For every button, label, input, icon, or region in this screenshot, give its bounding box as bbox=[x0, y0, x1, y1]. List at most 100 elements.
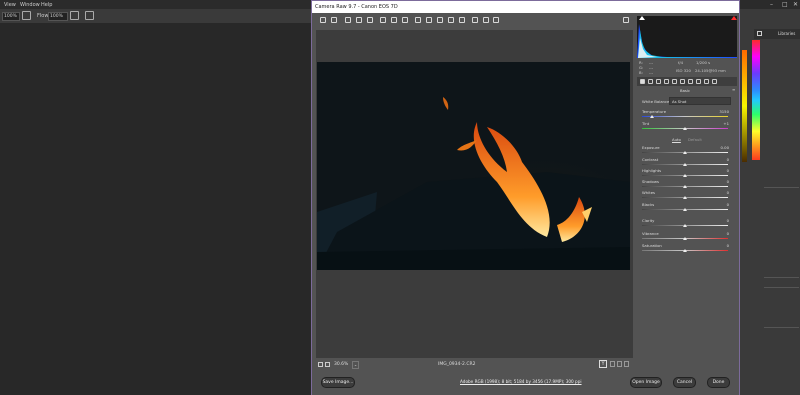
flow-value: 100% bbox=[50, 14, 63, 19]
whites-value[interactable]: 0 bbox=[717, 190, 729, 195]
graduated-filter-icon[interactable] bbox=[448, 17, 454, 23]
cancel-button[interactable]: Cancel bbox=[673, 377, 696, 388]
white-balance-value: As Shot bbox=[672, 99, 687, 104]
swap-icon[interactable] bbox=[610, 361, 615, 367]
default-link[interactable]: Default bbox=[688, 137, 702, 142]
white-balance-select[interactable]: As Shot bbox=[669, 97, 731, 105]
clarity-value[interactable]: 0 bbox=[717, 218, 729, 223]
vibrance-value[interactable]: 0 bbox=[717, 231, 729, 236]
zoom-dropdown-icon[interactable]: ⌄ bbox=[352, 361, 359, 369]
saturation-thumb[interactable] bbox=[683, 249, 687, 252]
panel-title: Basic bbox=[680, 88, 691, 93]
radial-filter-icon[interactable] bbox=[459, 17, 465, 23]
spot-removal-icon[interactable] bbox=[415, 17, 421, 23]
tab-split-toning-icon[interactable] bbox=[672, 79, 677, 84]
cr-toolbar bbox=[312, 13, 632, 29]
rotate-ccw-icon[interactable] bbox=[483, 17, 489, 23]
tab-presets-icon[interactable] bbox=[704, 79, 709, 84]
adjustment-panel: R: --- G: --- B: --- f/4 1/200 s ISO 320… bbox=[634, 13, 739, 371]
zoom-select[interactable]: 100% bbox=[2, 12, 20, 21]
contrast-thumb[interactable] bbox=[683, 163, 687, 166]
white-balance-tool-icon[interactable] bbox=[345, 17, 351, 23]
tab-snapshots-icon[interactable] bbox=[712, 79, 717, 84]
contrast-value[interactable]: 0 bbox=[717, 157, 729, 162]
transform-tool-icon[interactable] bbox=[402, 17, 408, 23]
done-button[interactable]: Done bbox=[707, 377, 730, 388]
workflow-options-link[interactable]: Adobe RGB (1998); 8 bit; 5184 by 3456 (1… bbox=[460, 379, 582, 384]
tab-hsl-icon[interactable] bbox=[664, 79, 669, 84]
save-image-button[interactable]: Save Image... bbox=[321, 377, 355, 388]
rotate-cw-icon[interactable] bbox=[493, 17, 499, 23]
dialog-bottombar: Save Image... Adobe RGB (1998); 8 bit; 5… bbox=[312, 371, 739, 395]
exposure-value[interactable]: 0.00 bbox=[717, 145, 729, 150]
saturation-value[interactable]: 0 bbox=[717, 243, 729, 248]
zoom-level[interactable]: 30.6% bbox=[334, 362, 348, 367]
shadows-label: Shadows bbox=[642, 179, 659, 184]
copy-icon[interactable] bbox=[617, 361, 622, 367]
airbrush-icon[interactable] bbox=[70, 11, 79, 20]
red-eye-icon[interactable] bbox=[426, 17, 432, 23]
brush-icon[interactable] bbox=[22, 11, 31, 20]
straighten-tool-icon[interactable] bbox=[391, 17, 397, 23]
shadows-value[interactable]: 0 bbox=[717, 179, 729, 184]
close-icon[interactable]: ✕ bbox=[793, 1, 798, 8]
tab-camera-calibration-icon[interactable] bbox=[696, 79, 701, 84]
tint-label: Tint bbox=[642, 121, 650, 126]
white-balance-label: White Balance: bbox=[642, 99, 671, 104]
menu-view[interactable]: View bbox=[4, 2, 16, 8]
zoom-tool-icon[interactable] bbox=[320, 17, 326, 23]
color-ramp[interactable] bbox=[742, 50, 747, 162]
pressure-icon[interactable] bbox=[85, 11, 94, 20]
preferences-icon[interactable] bbox=[472, 17, 478, 23]
adjustment-brush-icon[interactable] bbox=[437, 17, 443, 23]
zoom-out-icon[interactable] bbox=[318, 362, 323, 367]
tint-value[interactable]: +1 bbox=[717, 121, 729, 126]
menu-help[interactable]: Help bbox=[41, 2, 52, 8]
minimize-icon[interactable]: – bbox=[770, 1, 773, 8]
clarity-thumb[interactable] bbox=[683, 224, 687, 227]
preview-toggle-icon[interactable]: Y bbox=[599, 360, 607, 368]
crop-tool-icon[interactable] bbox=[380, 17, 386, 23]
exposure-thumb[interactable] bbox=[683, 151, 687, 154]
shadows-thumb[interactable] bbox=[683, 185, 687, 188]
tab-detail-icon[interactable] bbox=[656, 79, 661, 84]
highlights-value[interactable]: 0 bbox=[717, 168, 729, 173]
color-spectrum[interactable] bbox=[752, 40, 760, 160]
color-sampler-icon[interactable] bbox=[356, 17, 362, 23]
temperature-thumb[interactable] bbox=[650, 115, 654, 118]
tab-basic-icon[interactable] bbox=[640, 79, 645, 84]
panel-divider bbox=[764, 187, 799, 188]
auto-link[interactable]: Auto bbox=[672, 137, 681, 142]
tint-thumb[interactable] bbox=[683, 127, 687, 130]
targeted-adjustment-icon[interactable] bbox=[367, 17, 373, 23]
libraries-tab[interactable]: Libraries bbox=[754, 29, 800, 39]
clarity-label: Clarity bbox=[642, 218, 655, 223]
panel-tabs bbox=[637, 77, 737, 86]
menu-window[interactable]: Window bbox=[20, 2, 40, 8]
toggle-fullscreen-icon[interactable] bbox=[623, 17, 629, 23]
zoom-in-icon[interactable] bbox=[325, 362, 330, 367]
tab-tone-curve-icon[interactable] bbox=[648, 79, 653, 84]
vibrance-thumb[interactable] bbox=[683, 237, 687, 240]
preview-filename: IMG_0934-2.CR2 bbox=[438, 362, 476, 367]
blacks-value[interactable]: 0 bbox=[717, 202, 729, 207]
tab-lens-icon[interactable] bbox=[680, 79, 685, 84]
highlights-thumb[interactable] bbox=[683, 174, 687, 177]
panel-menu-icon[interactable]: ≡ bbox=[732, 87, 735, 92]
preview-image[interactable] bbox=[317, 62, 630, 270]
rgb-b-value: --- bbox=[649, 70, 654, 75]
window-controls: – □ ✕ bbox=[740, 0, 800, 9]
maximize-icon[interactable]: □ bbox=[782, 1, 788, 8]
tab-fx-icon[interactable] bbox=[688, 79, 693, 84]
whites-thumb[interactable] bbox=[683, 196, 687, 199]
whites-label: Whites bbox=[642, 190, 656, 195]
ps-right-panels: Libraries bbox=[740, 9, 800, 395]
temperature-value[interactable]: 3150 bbox=[717, 109, 729, 114]
hand-tool-icon[interactable] bbox=[331, 17, 337, 23]
temperature-slider[interactable] bbox=[642, 116, 728, 117]
dialog-titlebar: Camera Raw 9.7 - Canon EOS 7D bbox=[312, 1, 739, 13]
open-image-button[interactable]: Open Image bbox=[630, 377, 662, 388]
settings-icon[interactable] bbox=[624, 361, 629, 367]
blacks-thumb[interactable] bbox=[683, 208, 687, 211]
flow-select[interactable]: 100% bbox=[48, 12, 68, 21]
